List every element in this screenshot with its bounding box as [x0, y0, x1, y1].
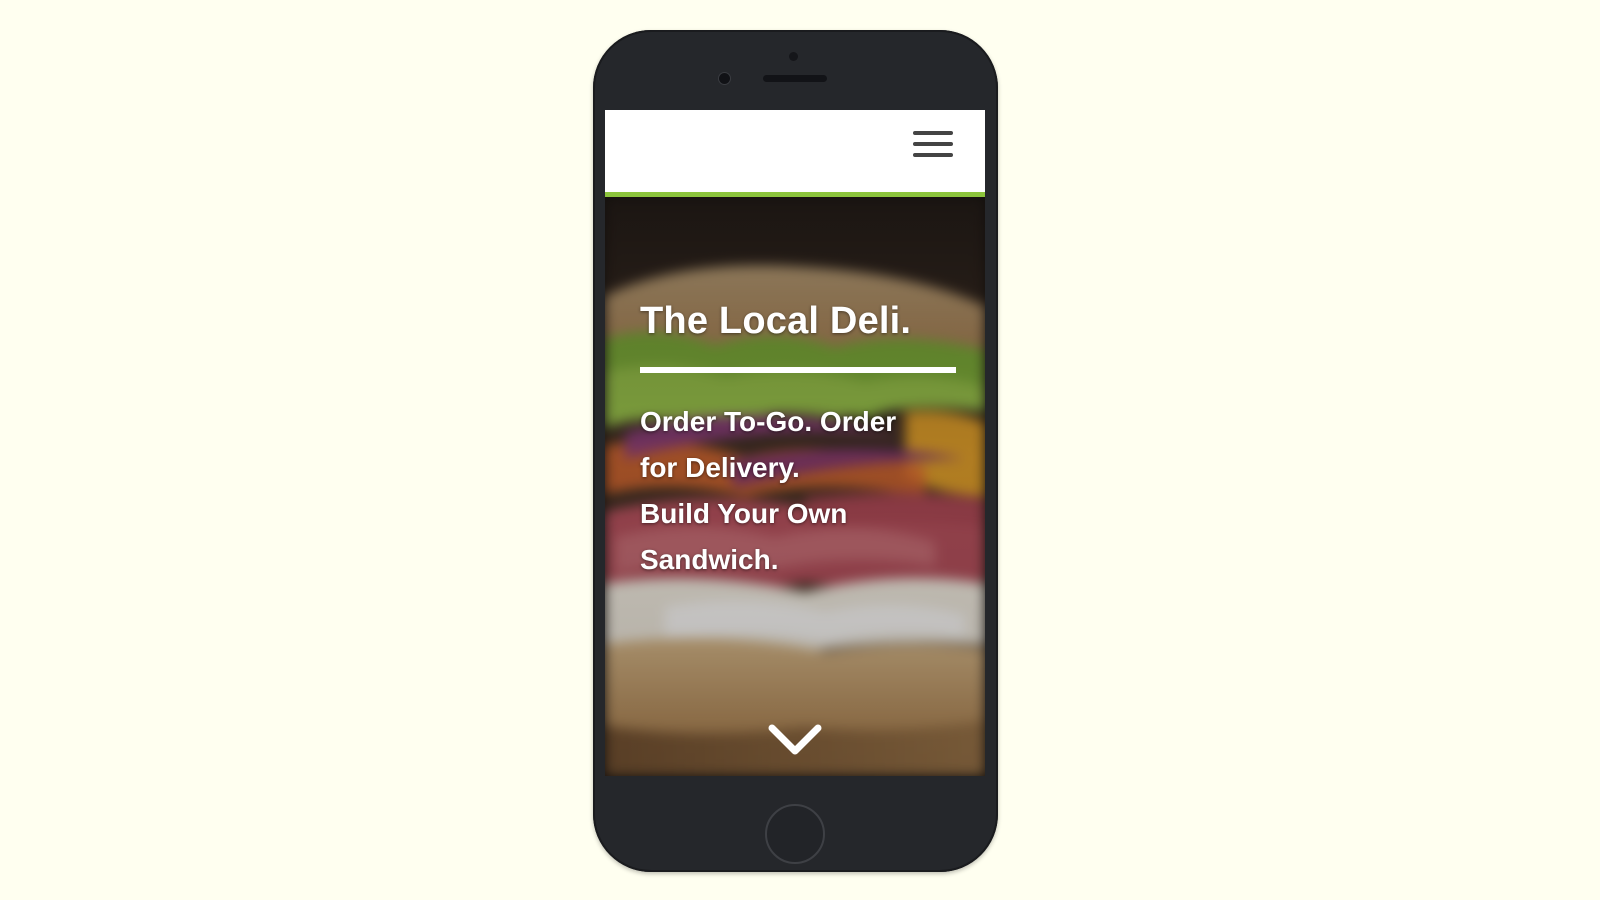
front-camera — [789, 52, 798, 61]
earpiece-speaker — [763, 75, 827, 82]
hero-tagline-line: for Delivery. — [640, 452, 800, 483]
hero-title: The Local Deli. — [640, 300, 912, 342]
hero-tagline-line: Build Your Own — [640, 498, 848, 529]
home-button[interactable] — [765, 804, 825, 864]
hero-tagline-line: Sandwich. — [640, 544, 779, 575]
hero-section: The Local Deli. Order To-Go. Order for D… — [605, 197, 985, 776]
hero-content: The Local Deli. Order To-Go. Order for D… — [640, 297, 956, 583]
chevron-down-icon[interactable] — [767, 722, 823, 758]
site-header — [605, 110, 985, 197]
proximity-sensor — [719, 73, 730, 84]
phone-frame: The Local Deli. Order To-Go. Order for D… — [593, 30, 998, 872]
page-canvas: The Local Deli. Order To-Go. Order for D… — [0, 0, 1600, 900]
phone-screen: The Local Deli. Order To-Go. Order for D… — [605, 110, 985, 776]
hamburger-menu-icon[interactable] — [913, 131, 953, 161]
hero-tagline-line: Order To-Go. Order — [640, 406, 897, 437]
hero-divider — [640, 367, 956, 373]
hero-tagline: Order To-Go. Order for Delivery. Build Y… — [640, 399, 956, 583]
